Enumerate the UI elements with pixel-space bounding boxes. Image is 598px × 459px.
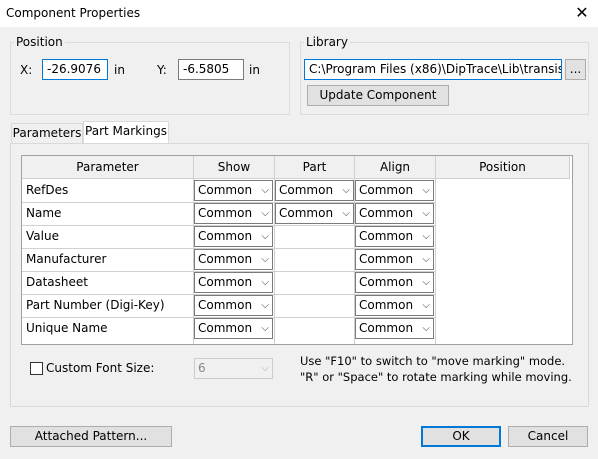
- selected-value: Common: [359, 229, 414, 243]
- hint-text-line2: "R" or "Space" to rotate marking while m…: [300, 370, 572, 384]
- chevron-down-icon: ⌵: [422, 208, 430, 219]
- selected-value: Common: [279, 183, 334, 197]
- align-select-datasheet[interactable]: Common ⌵: [355, 272, 434, 293]
- header-show: Show: [194, 156, 275, 179]
- chevron-down-icon: ⌵: [422, 277, 430, 288]
- align-select-unique-name[interactable]: Common ⌵: [355, 318, 434, 339]
- window-title: Component Properties: [6, 6, 141, 20]
- row-label-unique-name: Unique Name: [26, 321, 108, 335]
- header-parameter: Parameter: [22, 156, 194, 179]
- x-label: X:: [20, 63, 33, 77]
- y-input[interactable]: -6.5805: [178, 59, 244, 80]
- chevron-down-icon: ⌵: [261, 277, 269, 288]
- selected-value: Common: [359, 183, 414, 197]
- part-select-refdes[interactable]: Common ⌵: [275, 180, 354, 201]
- show-select-refdes[interactable]: Common ⌵: [194, 180, 273, 201]
- chevron-down-icon: ⌵: [261, 363, 269, 374]
- custom-font-size-checkbox[interactable]: [30, 362, 43, 375]
- chevron-down-icon: ⌵: [261, 323, 269, 334]
- selected-value: Common: [198, 321, 253, 335]
- selected-value: Common: [359, 252, 414, 266]
- show-select-datasheet[interactable]: Common ⌵: [194, 272, 273, 293]
- selected-value: Common: [198, 298, 253, 312]
- show-select-name[interactable]: Common ⌵: [194, 203, 273, 224]
- y-label: Y:: [157, 63, 167, 77]
- header-part: Part: [275, 156, 355, 179]
- selected-value: 6: [198, 361, 206, 375]
- row-label-part-number: Part Number (Digi-Key): [26, 298, 165, 312]
- row-label-datasheet: Datasheet: [26, 275, 88, 289]
- hint-text-line1: Use "F10" to switch to "move marking" mo…: [300, 354, 566, 368]
- font-size-select[interactable]: 6 ⌵: [194, 358, 273, 379]
- grid-line: [435, 179, 436, 344]
- align-select-name[interactable]: Common ⌵: [355, 203, 434, 224]
- show-select-value[interactable]: Common ⌵: [194, 226, 273, 247]
- show-select-unique-name[interactable]: Common ⌵: [194, 318, 273, 339]
- close-icon[interactable]: ✕: [572, 3, 592, 23]
- x-input[interactable]: -26.9076: [42, 59, 108, 80]
- selected-value: Common: [279, 206, 334, 220]
- ok-button[interactable]: OK: [421, 426, 501, 447]
- show-select-part-number[interactable]: Common ⌵: [194, 295, 273, 316]
- chevron-down-icon: ⌵: [422, 185, 430, 196]
- chevron-down-icon: ⌵: [261, 254, 269, 265]
- chevron-down-icon: ⌵: [342, 185, 350, 196]
- y-unit: in: [249, 63, 260, 77]
- align-select-part-number[interactable]: Common ⌵: [355, 295, 434, 316]
- selected-value: Common: [198, 252, 253, 266]
- chevron-down-icon: ⌵: [342, 208, 350, 219]
- chevron-down-icon: ⌵: [422, 300, 430, 311]
- selected-value: Common: [198, 206, 253, 220]
- chevron-down-icon: ⌵: [261, 185, 269, 196]
- header-position: Position: [436, 156, 570, 179]
- chevron-down-icon: ⌵: [261, 300, 269, 311]
- align-select-value[interactable]: Common ⌵: [355, 226, 434, 247]
- chevron-down-icon: ⌵: [422, 231, 430, 242]
- library-path-input[interactable]: C:\Program Files (x86)\DipTrace\Lib\tran…: [304, 59, 562, 80]
- custom-font-size-label: Custom Font Size:: [46, 361, 155, 375]
- row-label-manufacturer: Manufacturer: [26, 252, 107, 266]
- chevron-down-icon: ⌵: [261, 208, 269, 219]
- tab-parameters[interactable]: Parameters: [11, 123, 83, 143]
- update-component-button[interactable]: Update Component: [307, 85, 449, 106]
- selected-value: Common: [359, 321, 414, 335]
- x-unit: in: [114, 63, 125, 77]
- header-align: Align: [355, 156, 436, 179]
- position-legend: Position: [14, 35, 65, 49]
- row-label-value: Value: [26, 229, 59, 243]
- selected-value: Common: [359, 206, 414, 220]
- selected-value: Common: [198, 275, 253, 289]
- show-select-manufacturer[interactable]: Common ⌵: [194, 249, 273, 270]
- chevron-down-icon: ⌵: [422, 254, 430, 265]
- browse-button[interactable]: ...: [565, 59, 586, 80]
- chevron-down-icon: ⌵: [422, 323, 430, 334]
- cancel-button[interactable]: Cancel: [508, 426, 588, 447]
- chevron-down-icon: ⌵: [261, 231, 269, 242]
- library-legend: Library: [304, 35, 350, 49]
- attached-pattern-button[interactable]: Attached Pattern...: [10, 426, 172, 447]
- selected-value: Common: [198, 229, 253, 243]
- row-label-name: Name: [26, 206, 62, 220]
- selected-value: Common: [198, 183, 253, 197]
- align-select-refdes[interactable]: Common ⌵: [355, 180, 434, 201]
- selected-value: Common: [359, 275, 414, 289]
- selected-value: Common: [359, 298, 414, 312]
- row-label-refdes: RefDes: [26, 183, 69, 197]
- part-select-name[interactable]: Common ⌵: [275, 203, 354, 224]
- tab-part-markings[interactable]: Part Markings: [83, 121, 169, 144]
- align-select-manufacturer[interactable]: Common ⌵: [355, 249, 434, 270]
